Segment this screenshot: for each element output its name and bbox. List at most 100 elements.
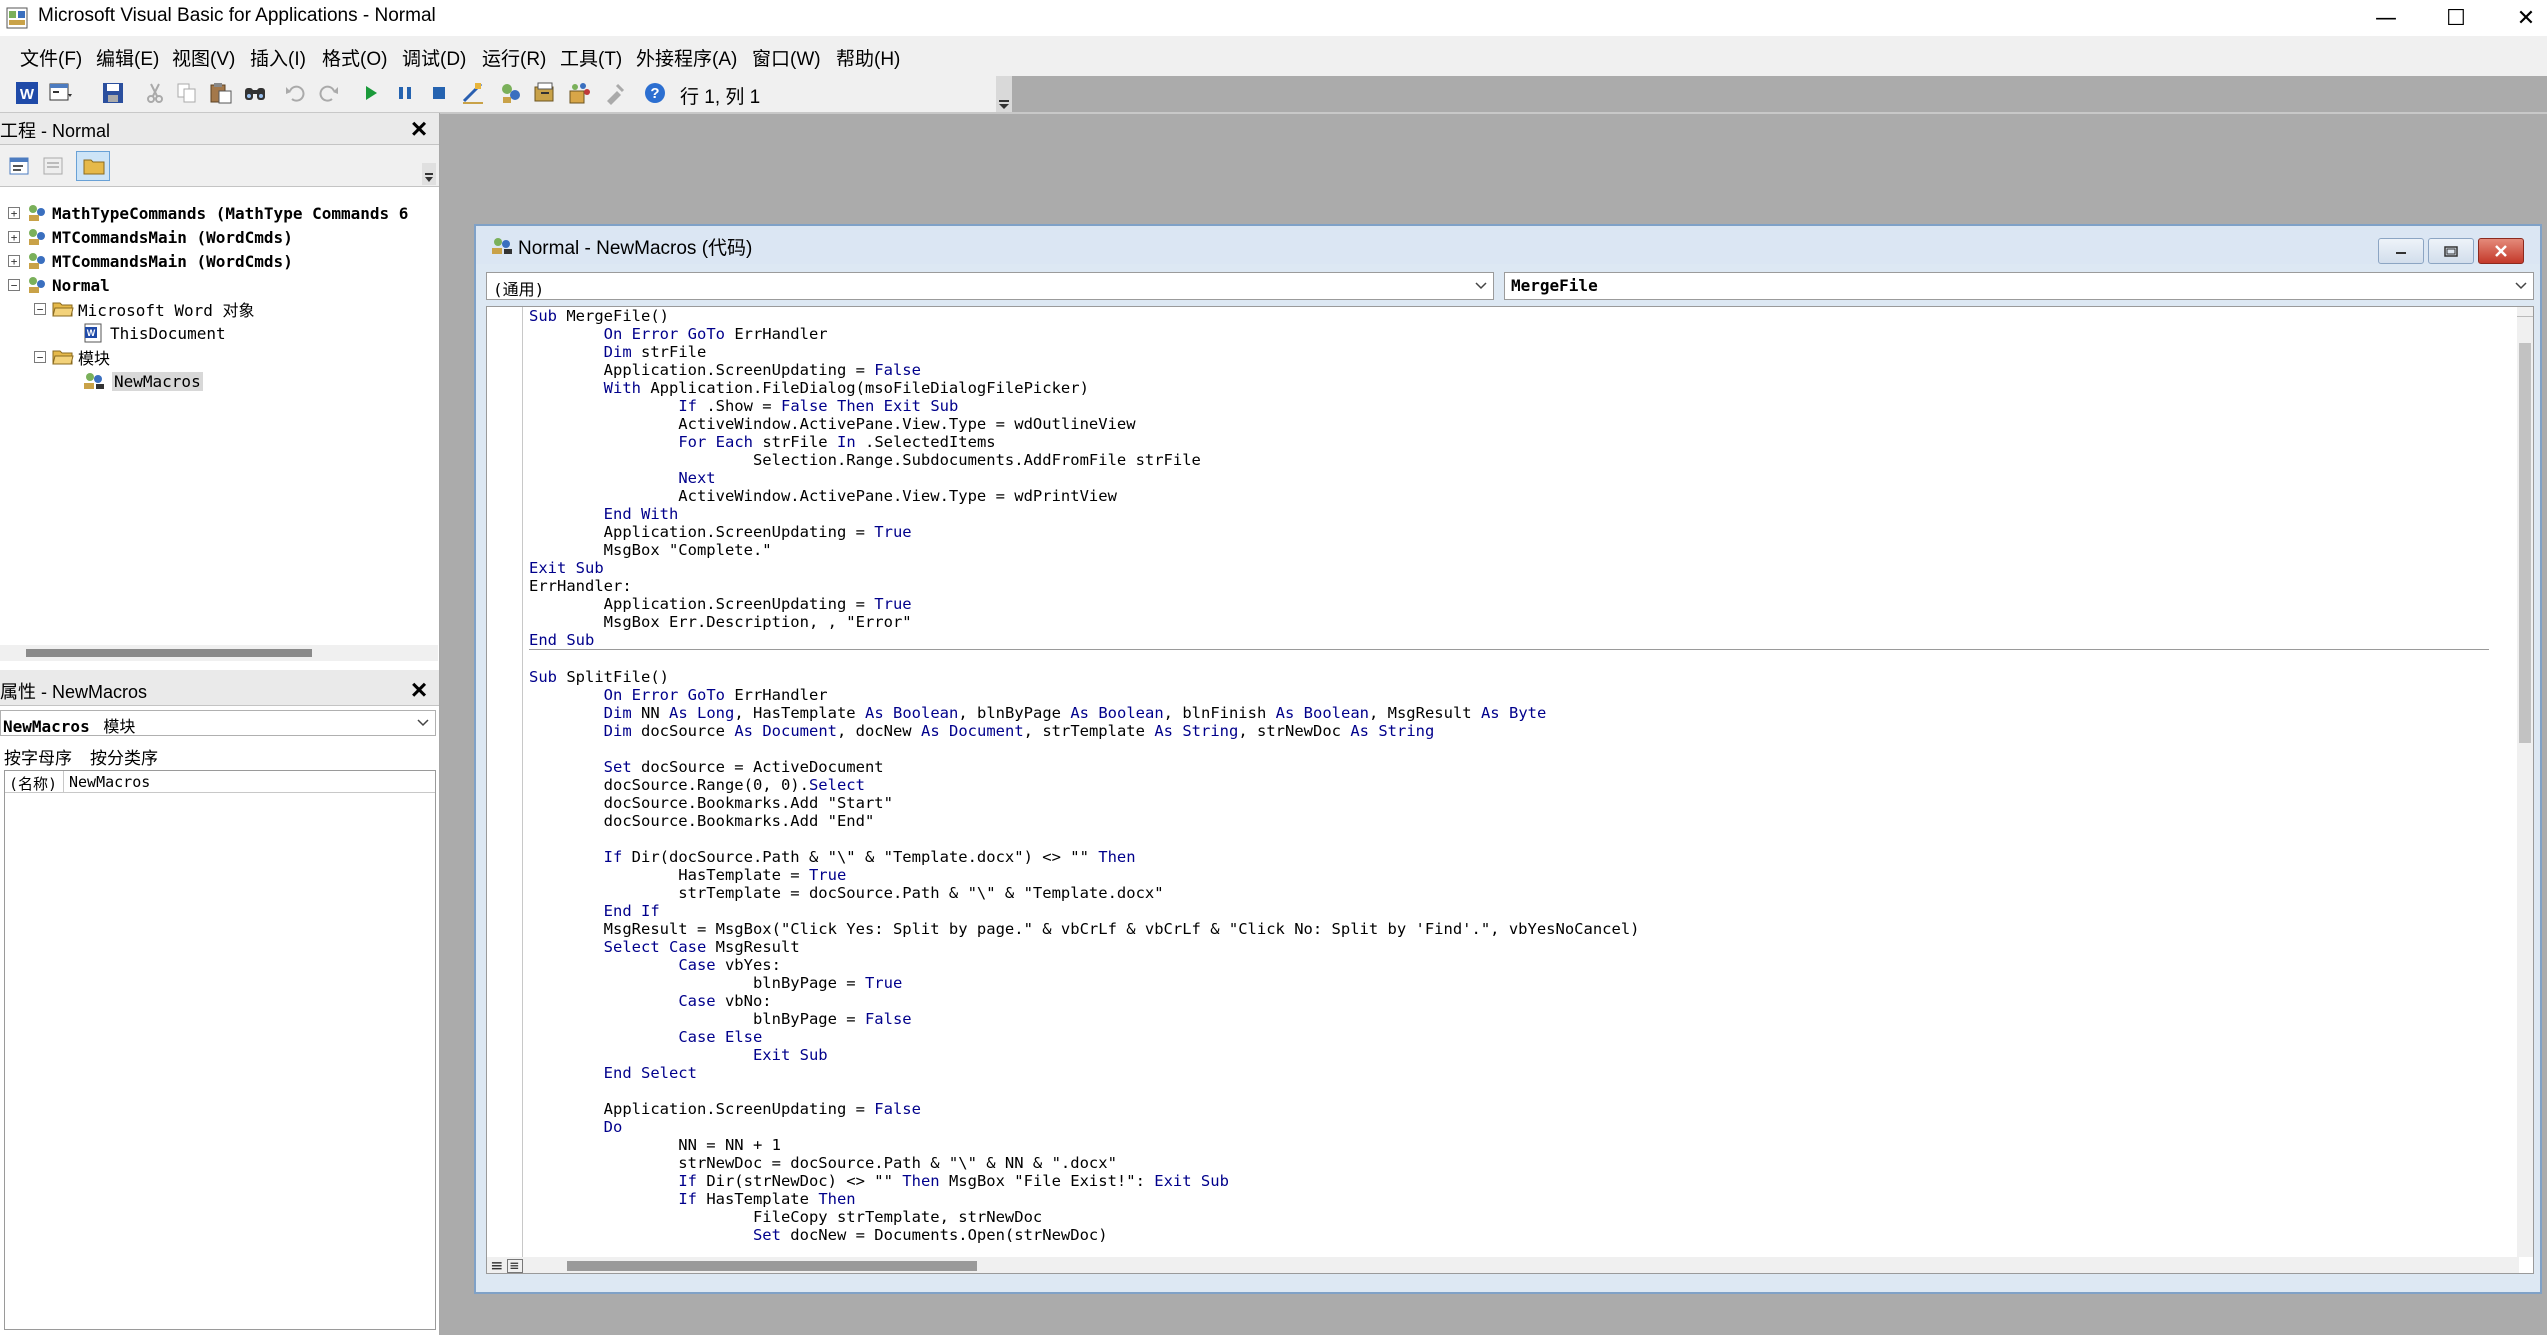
tree-item-thisdocument[interactable]: W ThisDocument [82,321,226,345]
collapse-icon[interactable]: − [34,351,46,363]
tree-item-newmacros[interactable]: NewMacros [82,369,203,393]
close-icon[interactable]: × [406,676,432,704]
code-line[interactable]: For Each strFile In .SelectedItems [529,433,2489,451]
code-line[interactable]: blnByPage = True [529,974,2489,992]
project-toolbar-more[interactable] [422,163,436,185]
code-line[interactable]: HasTemplate = True [529,866,2489,884]
code-restore-button[interactable] [2428,238,2474,264]
property-value[interactable]: NewMacros [69,773,150,791]
code-line[interactable]: Selection.Range.Subdocuments.AddFromFile… [529,451,2489,469]
code-line[interactable]: Case Else [529,1028,2489,1046]
code-line[interactable]: ActiveWindow.ActivePane.View.Type = wdPr… [529,487,2489,505]
undo-icon[interactable] [282,80,308,106]
break-icon[interactable] [392,80,418,106]
code-line[interactable]: If .Show = False Then Exit Sub [529,397,2489,415]
save-icon[interactable] [100,80,126,106]
code-text[interactable]: Sub MergeFile() On Error GoTo ErrHandler… [529,307,2489,1257]
menu-debug[interactable]: 调试(D) [402,44,466,71]
procedure-combo[interactable]: MergeFile [1504,272,2534,300]
code-line[interactable]: On Error GoTo ErrHandler [529,686,2489,704]
menu-file[interactable]: 文件(F) [20,44,82,71]
code-line[interactable]: End If [529,902,2489,920]
view-code-icon[interactable] [8,155,30,177]
code-editor[interactable]: Sub MergeFile() On Error GoTo ErrHandler… [486,306,2534,1274]
menu-window[interactable]: 窗口(W) [752,44,821,71]
code-line[interactable]: FileCopy strTemplate, strNewDoc [529,1208,2489,1226]
code-line[interactable]: Exit Sub [529,559,2489,577]
object-selector[interactable]: NewMacros 模块 [0,710,436,736]
code-line[interactable]: Application.ScreenUpdating = False [529,361,2489,379]
tree-item-mtcommandsmain-1[interactable]: + MTCommandsMain (WordCmds) [8,225,293,249]
tree-item-modules[interactable]: − 模块 [34,345,110,369]
code-hscrollbar[interactable] [523,1257,2519,1273]
word-icon[interactable]: W [14,80,40,106]
code-line[interactable]: ErrHandler: [529,577,2489,595]
code-line[interactable]: End Select [529,1064,2489,1082]
insert-userform-icon[interactable] [48,80,74,106]
margin-indicator-bar[interactable] [487,307,523,1257]
tree-item-normal[interactable]: − Normal [8,273,110,297]
expand-icon[interactable]: + [8,207,20,219]
object-browser-icon[interactable] [566,80,592,106]
collapse-icon[interactable]: − [8,279,20,291]
maximize-button[interactable]: ☐ [2423,0,2489,36]
project-hscrollbar[interactable] [0,645,438,661]
code-line[interactable]: Dim strFile [529,343,2489,361]
properties-window-icon[interactable] [532,80,558,106]
help-icon[interactable]: ? [642,80,668,106]
tree-item-word-objects[interactable]: − Microsoft Word 对象 [34,297,255,321]
menu-run[interactable]: 运行(R) [482,44,546,71]
reset-icon[interactable] [426,80,452,106]
code-line[interactable]: ActiveWindow.ActivePane.View.Type = wdOu… [529,415,2489,433]
cut-icon[interactable] [142,80,168,106]
design-mode-icon[interactable] [460,80,486,106]
project-explorer-icon[interactable] [498,80,524,106]
toggle-folders-button[interactable] [76,151,110,181]
run-icon[interactable] [358,80,384,106]
code-line[interactable]: Application.ScreenUpdating = True [529,523,2489,541]
find-icon[interactable] [242,80,268,106]
menu-help[interactable]: 帮助(H) [836,44,900,71]
scroll-thumb[interactable] [26,649,312,657]
code-line[interactable]: MsgResult = MsgBox("Click Yes: Split by … [529,920,2489,938]
close-icon[interactable]: × [406,115,432,143]
code-line[interactable]: Application.ScreenUpdating = False [529,1100,2489,1118]
code-line[interactable]: Case vbNo: [529,992,2489,1010]
code-line[interactable]: On Error GoTo ErrHandler [529,325,2489,343]
expand-icon[interactable]: + [8,231,20,243]
code-line[interactable]: Dim docSource As Document, docNew As Doc… [529,722,2489,740]
code-line[interactable]: If HasTemplate Then [529,1190,2489,1208]
close-button[interactable]: ✕ [2493,0,2547,36]
code-line[interactable]: ​ [529,1082,2489,1100]
copy-icon[interactable] [174,80,200,106]
code-line[interactable]: Sub MergeFile() [529,307,2489,325]
menu-edit[interactable]: 编辑(E) [96,44,159,71]
code-line[interactable]: Next [529,469,2489,487]
property-row[interactable]: (名称) NewMacros [5,771,435,793]
object-combo[interactable]: (通用) [486,272,1494,300]
code-line[interactable]: MsgBox Err.Description, , "Error" [529,613,2489,631]
code-line[interactable]: Dim NN As Long, HasTemplate As Boolean, … [529,704,2489,722]
scroll-thumb[interactable] [567,1261,977,1271]
code-vscrollbar[interactable] [2517,307,2533,1257]
code-line[interactable]: Set docSource = ActiveDocument [529,758,2489,776]
paste-icon[interactable] [208,80,234,106]
expand-icon[interactable]: + [8,255,20,267]
code-line[interactable]: ​ [529,740,2489,758]
menu-addins[interactable]: 外接程序(A) [636,44,737,71]
tab-alphabetic[interactable]: 按字母序 [4,744,72,769]
redo-icon[interactable] [316,80,342,106]
code-line[interactable]: End Sub [529,631,2489,650]
scroll-thumb[interactable] [2519,343,2531,743]
code-line[interactable]: Sub SplitFile() [529,668,2489,686]
code-line[interactable]: If Dir(docSource.Path & "\" & "Template.… [529,848,2489,866]
menu-insert[interactable]: 插入(I) [250,44,306,71]
code-line[interactable]: Application.ScreenUpdating = True [529,595,2489,613]
procedure-view-icon[interactable] [490,1259,505,1273]
code-line[interactable]: Set docNew = Documents.Open(strNewDoc) [529,1226,2489,1244]
tree-item-mtcommandsmain-2[interactable]: + MTCommandsMain (WordCmds) [8,249,293,273]
code-line[interactable]: NN = NN + 1 [529,1136,2489,1154]
collapse-icon[interactable]: − [34,303,46,315]
toolbar-options-dropdown[interactable] [996,76,1012,112]
view-object-icon[interactable] [42,155,64,177]
